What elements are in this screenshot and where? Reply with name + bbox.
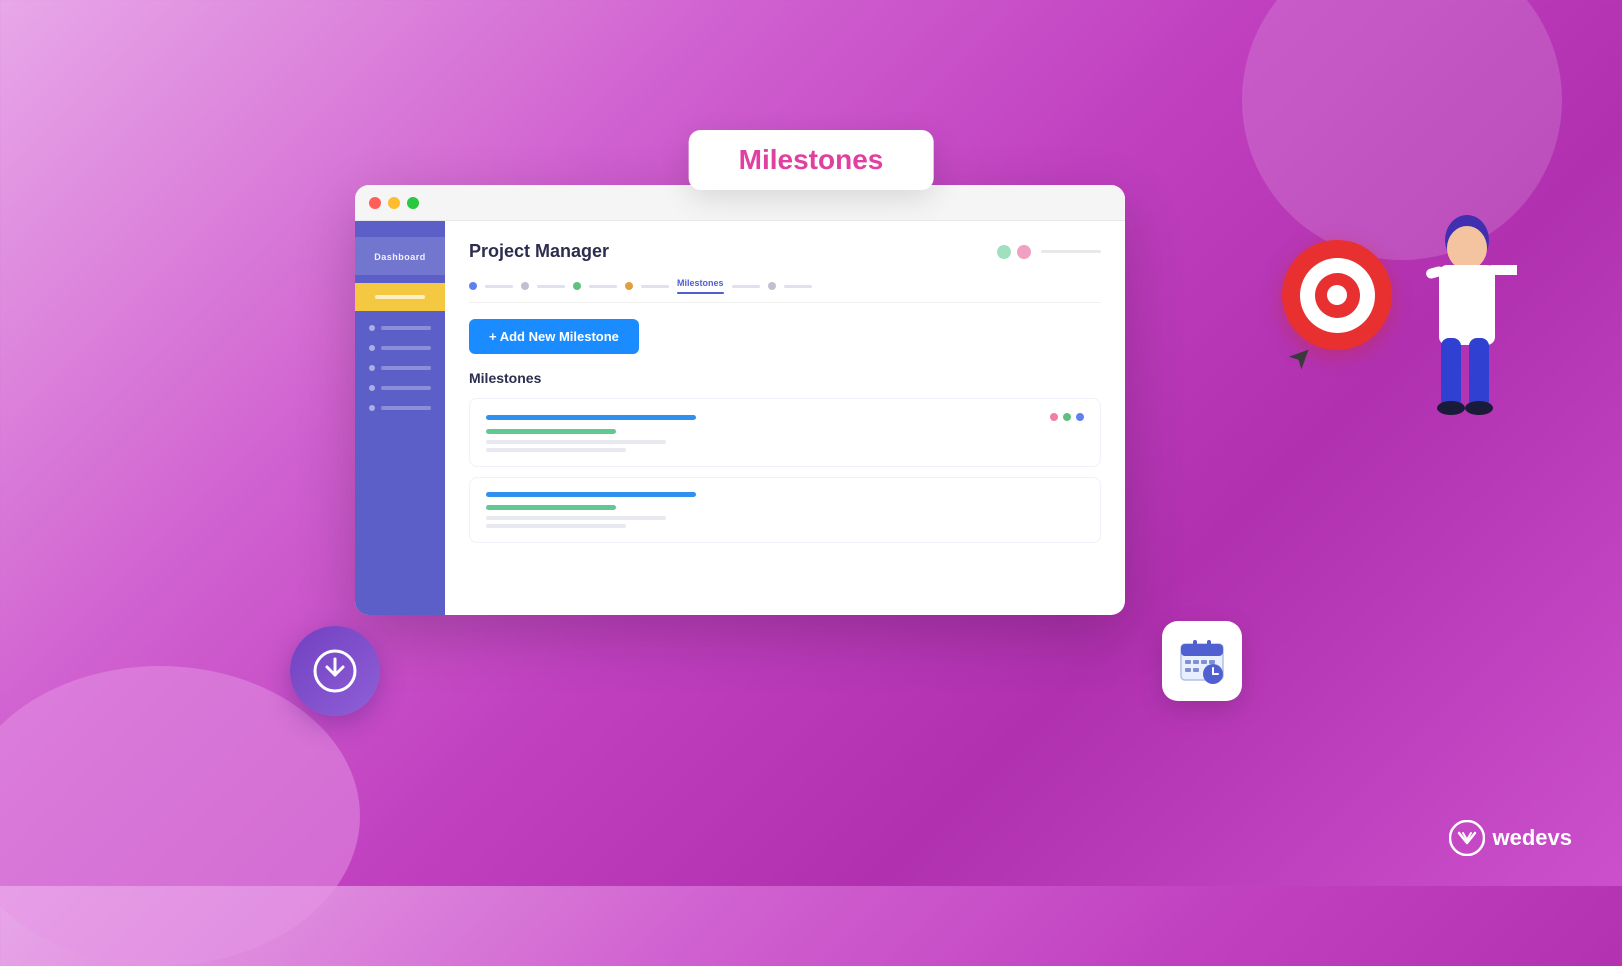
header-dot-pink xyxy=(1017,245,1031,259)
milestone-gray-bar-1b xyxy=(486,448,626,452)
traffic-light-red[interactable] xyxy=(369,197,381,209)
sidebar-active-bar xyxy=(375,295,425,299)
milestone-green-bar-1 xyxy=(486,429,616,434)
sidebar-dashboard-label: Dashboard xyxy=(374,252,426,262)
sidebar-item-4[interactable] xyxy=(355,379,445,397)
milestone-blue-bar-1 xyxy=(486,415,696,420)
milestone-card-1-header xyxy=(486,413,1084,421)
tab-line-6 xyxy=(784,285,812,288)
target-inner xyxy=(1315,273,1360,318)
page-header: Project Manager xyxy=(469,241,1101,262)
sidebar-dot-4 xyxy=(369,385,375,391)
person-illustration xyxy=(1417,210,1517,475)
sidebar-item-3[interactable] xyxy=(355,359,445,377)
milestone-gray-bar-2b xyxy=(486,524,626,528)
sidebar-item-2[interactable] xyxy=(355,339,445,357)
milestone-dot-pink xyxy=(1050,413,1058,421)
tab-dot-blue[interactable] xyxy=(469,282,477,290)
tab-milestones[interactable]: Milestones xyxy=(677,278,724,294)
tab-active-underline xyxy=(677,292,724,294)
sidebar-dot-5 xyxy=(369,405,375,411)
target-illustration xyxy=(1282,240,1392,350)
sidebar-bar-3 xyxy=(381,366,431,370)
milestone-card-dots-1 xyxy=(1050,413,1084,421)
header-dots xyxy=(997,245,1101,259)
calendar-icon-svg xyxy=(1177,636,1227,686)
sidebar-dot-1 xyxy=(369,325,375,331)
tab-dot-orange[interactable] xyxy=(625,282,633,290)
bg-circle-bottom-left xyxy=(0,666,360,966)
main-content-area: Project Manager Milestones xyxy=(445,221,1125,615)
milestone-blue-bar-2 xyxy=(486,492,696,497)
milestone-dot-blue xyxy=(1076,413,1084,421)
tab-line-2 xyxy=(537,285,565,288)
person-svg xyxy=(1417,210,1517,470)
milestone-card-2 xyxy=(469,477,1101,543)
target-bullseye xyxy=(1327,285,1347,305)
tab-dot-green[interactable] xyxy=(573,282,581,290)
sidebar-bar-2 xyxy=(381,346,431,350)
milestone-card-1 xyxy=(469,398,1101,467)
browser-content: Dashboard xyxy=(355,221,1125,615)
tab-dot-gray-2[interactable] xyxy=(768,282,776,290)
sidebar-bar-1 xyxy=(381,326,431,330)
milestone-gray-bar-2a xyxy=(486,516,666,520)
target-outer xyxy=(1282,240,1392,350)
page-title: Project Manager xyxy=(469,241,609,262)
calendar-badge xyxy=(1162,621,1242,701)
sidebar-dot-3 xyxy=(369,365,375,371)
logo-symbol-svg xyxy=(311,647,359,695)
sidebar-bar-5 xyxy=(381,406,431,410)
traffic-light-green[interactable] xyxy=(407,197,419,209)
sidebar-bar-4 xyxy=(381,386,431,390)
header-dot-green xyxy=(997,245,1011,259)
tab-line-5 xyxy=(732,285,760,288)
tab-dot-gray-1[interactable] xyxy=(521,282,529,290)
milestone-card-2-header xyxy=(486,492,1084,497)
tab-nav: Milestones xyxy=(469,278,1101,303)
sidebar-item-5[interactable] xyxy=(355,399,445,417)
milestone-dot-green xyxy=(1063,413,1071,421)
milestone-gray-bar-1a xyxy=(486,440,666,444)
sidebar-dot-2 xyxy=(369,345,375,351)
header-line xyxy=(1041,250,1101,253)
milestones-section: Milestones xyxy=(469,370,1101,543)
milestones-label-text: Milestones xyxy=(739,144,884,175)
milestones-label-container: Milestones xyxy=(689,130,934,190)
target-middle xyxy=(1300,258,1375,333)
sidebar-item-1[interactable] xyxy=(355,319,445,337)
wedevs-text: wedevs xyxy=(1493,825,1573,851)
browser-window: Dashboard xyxy=(355,185,1125,615)
tab-milestones-label: Milestones xyxy=(677,278,724,288)
wedevs-brand: wedevs xyxy=(1449,820,1573,856)
milestones-section-title: Milestones xyxy=(469,370,1101,386)
milestone-green-bar-2 xyxy=(486,505,616,510)
tab-line-3 xyxy=(589,285,617,288)
tab-line-4 xyxy=(641,285,669,288)
wedevs-logo-icon xyxy=(1449,820,1485,856)
add-milestone-button[interactable]: + Add New Milestone xyxy=(469,319,639,354)
traffic-light-yellow[interactable] xyxy=(388,197,400,209)
sidebar-active-item[interactable] xyxy=(355,283,445,311)
tab-line-1 xyxy=(485,285,513,288)
sidebar-dashboard-item[interactable]: Dashboard xyxy=(355,237,445,275)
logo-badge xyxy=(290,626,380,716)
browser-titlebar xyxy=(355,185,1125,221)
sidebar: Dashboard xyxy=(355,221,445,615)
